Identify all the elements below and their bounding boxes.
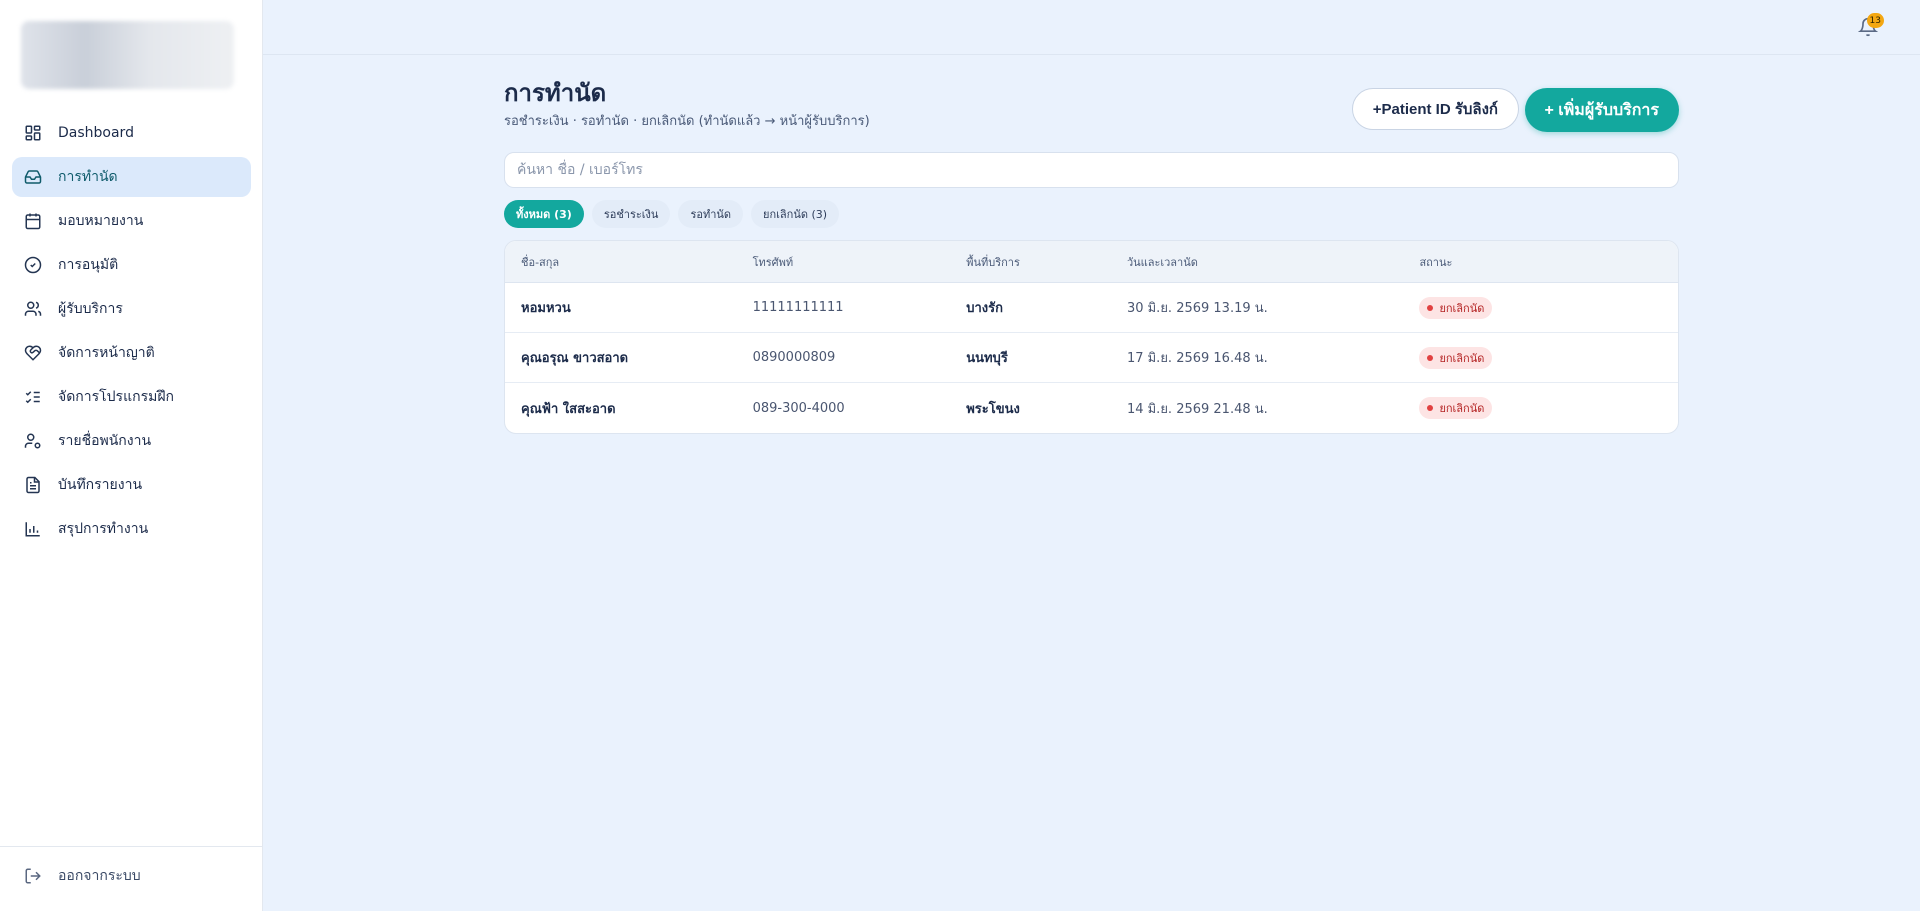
column-header-datetime[interactable]: วันและเวลานัด [1127, 253, 1420, 271]
filter-tab-awaiting-payment[interactable]: รอชำระเงิน [591, 200, 671, 228]
sidebar-item-work-summary[interactable]: สรุปการทำงาน [12, 509, 251, 549]
status-dot-icon [1427, 354, 1434, 361]
status-label: ยกเลิกนัด [1439, 301, 1485, 315]
column-header-name[interactable]: ชื่อ-สกุล [505, 253, 753, 271]
file-text-icon [24, 476, 42, 494]
logout-label: ออกจากระบบ [58, 868, 141, 884]
appointments-table: ชื่อ-สกุล โทรศัพท์ พื้นที่บริการ วันและเ… [504, 240, 1679, 434]
column-header-phone[interactable]: โทรศัพท์ [753, 253, 967, 271]
cell-name: คุณฟ้า ใสสะอาด [521, 401, 616, 417]
user-cog-icon [24, 432, 42, 450]
main-content: การทำนัด รอชำระเงิน · รอทำนัด · ยกเลิกนั… [504, 78, 1679, 434]
status-label: ยกเลิกนัด [1439, 402, 1485, 415]
brand-logo[interactable] [21, 21, 234, 89]
column-header-status[interactable]: สถานะ [1419, 253, 1678, 271]
sidebar-item-label: จัดการโปรแกรมฝึก [58, 389, 175, 405]
cell-name: หอมหวน [521, 301, 571, 316]
list-checks-icon [24, 388, 42, 406]
sidebar: Dashboard การทำนัด มอบหมายงาน การอนุมัติ… [0, 0, 263, 911]
sidebar-item-label: ผู้รับบริการ [58, 301, 123, 317]
filter-tabs: ทั้งหมด (3) รอชำระเงิน รอทำนัด ยกเลิกนัด… [504, 200, 840, 228]
sidebar-item-label: การอนุมัติ [58, 257, 119, 273]
sidebar-item-staff[interactable]: รายชื่อพนักงาน [12, 421, 251, 461]
cell-phone: 089-300-4000 [752, 400, 845, 416]
table-row[interactable]: คุณฟ้า ใสสะอาด 089-300-4000 พระโขนง 14 ม… [505, 383, 1678, 433]
sidebar-item-reports[interactable]: บันทึกรายงาน [12, 465, 251, 505]
sidebar-footer: ออกจากระบบ [0, 846, 262, 911]
heart-handshake-icon [24, 344, 42, 362]
sidebar-item-dashboard[interactable]: Dashboard [12, 113, 251, 153]
cell-status: ยกเลิกนัด [1419, 346, 1678, 369]
add-client-button[interactable]: + เพิ่มผู้รับบริการ [1524, 88, 1679, 132]
cell-area: บางรัก [966, 301, 1003, 316]
status-dot-icon [1427, 304, 1434, 311]
logout-icon [24, 867, 42, 885]
table-header: ชื่อ-สกุล โทรศัพท์ พื้นที่บริการ วันและเ… [505, 241, 1678, 283]
patient-id-link-button[interactable]: +Patient ID รับลิงก์ [1351, 88, 1519, 130]
notification-count-badge: 13 [1866, 13, 1884, 28]
status-label: ยกเลิกนัด [1439, 351, 1485, 365]
sidebar-item-assign-tasks[interactable]: มอบหมายงาน [12, 201, 251, 241]
users-icon [24, 300, 42, 318]
filter-tab-awaiting-appointment[interactable]: รอทำนัด [678, 200, 744, 228]
cell-phone: 11111111111 [752, 300, 844, 315]
sidebar-item-training-programs[interactable]: จัดการโปรแกรมฝึก [12, 377, 251, 417]
dashboard-icon [24, 124, 42, 142]
table-row[interactable]: คุณอรุณ ขาวสอาด 0890000809 นนทบุรี 17 มิ… [505, 333, 1678, 383]
logout-button[interactable]: ออกจากระบบ [24, 864, 141, 888]
sidebar-item-appointments[interactable]: การทำนัด [12, 157, 251, 197]
column-header-area[interactable]: พื้นที่บริการ [966, 253, 1127, 271]
cell-datetime: 14 มิ.ย. 2569 21.48 น. [1126, 401, 1268, 417]
status-dot-icon [1427, 405, 1434, 411]
sidebar-item-label: การทำนัด [58, 169, 118, 185]
cell-area: พระโขนง [966, 401, 1020, 417]
sidebar-item-label: มอบหมายงาน [58, 213, 144, 229]
sidebar-item-label: Dashboard [58, 125, 134, 141]
sidebar-nav: Dashboard การทำนัด มอบหมายงาน การอนุมัติ… [12, 113, 251, 553]
status-badge: ยกเลิกนัด [1419, 346, 1493, 369]
cell-datetime: 17 มิ.ย. 2569 16.48 น. [1126, 351, 1268, 366]
cell-status: ยกเลิกนัด [1419, 397, 1678, 419]
filter-tab-cancelled[interactable]: ยกเลิกนัด (3) [751, 200, 840, 228]
table-row[interactable]: หอมหวน 11111111111 บางรัก 30 มิ.ย. 2569 … [505, 283, 1678, 333]
status-badge: ยกเลิกนัด [1419, 296, 1493, 319]
sidebar-item-relatives[interactable]: จัดการหน้าญาติ [12, 333, 251, 373]
search-input[interactable] [504, 152, 1679, 188]
notification-button[interactable]: 13 [1857, 13, 1884, 39]
sidebar-item-approvals[interactable]: การอนุมัติ [12, 245, 251, 285]
topbar: 13 [263, 0, 1920, 55]
cell-name: คุณอรุณ ขาวสอาด [521, 351, 629, 366]
sidebar-item-label: จัดการหน้าญาติ [58, 345, 155, 361]
cell-phone: 0890000809 [752, 350, 836, 365]
calendar-icon [24, 212, 42, 230]
filter-tab-all[interactable]: ทั้งหมด (3) [504, 200, 584, 228]
sidebar-item-label: บันทึกรายงาน [58, 477, 143, 493]
bar-chart-icon [24, 520, 42, 538]
status-badge: ยกเลิกนัด [1419, 397, 1493, 419]
cell-area: นนทบุรี [966, 351, 1008, 366]
cell-datetime: 30 มิ.ย. 2569 13.19 น. [1126, 301, 1268, 316]
sidebar-item-label: รายชื่อพนักงาน [58, 433, 152, 449]
check-circle-icon [24, 256, 42, 274]
sidebar-item-clients[interactable]: ผู้รับบริการ [12, 289, 251, 329]
inbox-icon [24, 168, 42, 186]
sidebar-item-label: สรุปการทำงาน [58, 521, 149, 537]
cell-status: ยกเลิกนัด [1419, 296, 1678, 319]
